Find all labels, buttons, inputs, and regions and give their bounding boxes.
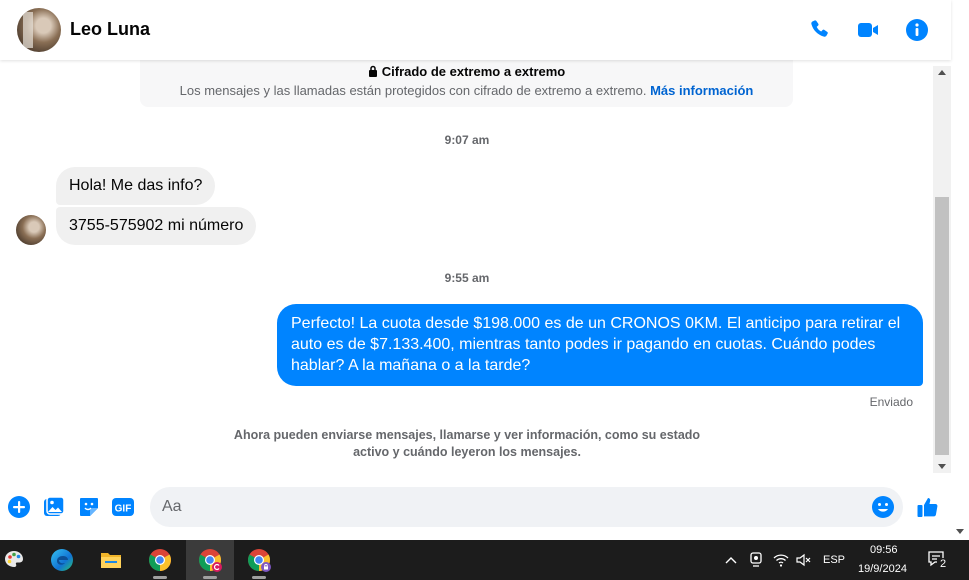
photo-icon[interactable] (42, 495, 66, 519)
message-status: Enviado (869, 395, 913, 409)
contact-avatar-small[interactable] (16, 215, 46, 245)
contact-name[interactable]: Leo Luna (70, 19, 150, 40)
page-scroll-down-arrow[interactable] (951, 524, 969, 538)
clock-date[interactable]: 19/9/2024 (858, 563, 907, 575)
incoming-message[interactable]: 3755-575902 mi número (56, 207, 257, 245)
message-input[interactable] (162, 487, 852, 527)
encryption-title: Cifrado de extremo a extremo (381, 64, 566, 79)
outgoing-message[interactable]: Perfecto! La cuota desde $198.000 es de … (277, 304, 923, 386)
input-language[interactable]: ESP (823, 554, 845, 566)
like-icon[interactable] (916, 495, 940, 519)
camera-in-use-icon[interactable] (749, 552, 763, 573)
emoji-icon[interactable] (871, 495, 895, 519)
chat-header: Leo Luna (0, 0, 951, 60)
notification-center-icon[interactable]: 2 (927, 550, 949, 572)
chrome-profile-icon[interactable] (186, 540, 234, 580)
incoming-message[interactable]: Hola! Me das info? (56, 167, 216, 205)
video-call-icon[interactable] (856, 18, 880, 42)
chrome-profile-icon[interactable] (235, 540, 283, 580)
chat-scrollbar-thumb[interactable] (935, 197, 949, 455)
gif-icon[interactable]: GIF (111, 495, 135, 519)
sticker-icon[interactable] (77, 495, 101, 519)
chrome-icon[interactable] (136, 540, 184, 580)
privacy-notice: Ahora pueden enviarse mensajes, llamarse… (233, 428, 701, 459)
phone-icon[interactable] (808, 18, 832, 42)
encryption-text-row: Los mensajes y las llamadas están proteg… (140, 83, 793, 98)
notification-count-badge: 2 (937, 558, 949, 571)
running-indicator (153, 576, 167, 579)
wifi-icon[interactable] (773, 552, 789, 573)
show-hidden-icons-chevron-icon[interactable] (724, 553, 738, 572)
encryption-title-row: Cifrado de extremo a extremo (140, 64, 793, 79)
scroll-up-arrow[interactable] (933, 66, 951, 80)
running-indicator (252, 576, 266, 579)
contact-avatar[interactable] (17, 8, 61, 52)
edge-icon[interactable] (38, 540, 86, 580)
encryption-banner: Cifrado de extremo a extremo Los mensaje… (140, 58, 793, 107)
clock-time[interactable]: 09:56 (870, 544, 898, 556)
volume-muted-icon[interactable] (795, 552, 811, 573)
scroll-down-arrow[interactable] (933, 459, 951, 473)
plus-icon[interactable] (7, 495, 31, 519)
timestamp: 9:55 am (444, 271, 490, 285)
encryption-text: Los mensajes y las llamadas están proteg… (179, 83, 647, 98)
timestamp: 9:07 am (444, 133, 490, 147)
svg-text:GIF: GIF (115, 504, 132, 515)
file-explorer-icon[interactable] (87, 540, 135, 580)
info-icon[interactable] (905, 18, 929, 42)
windows-taskbar: ESP 09:56 19/9/2024 2 (0, 540, 969, 580)
lock-icon (368, 65, 377, 77)
running-indicator (203, 576, 217, 579)
paint-icon[interactable] (0, 540, 38, 580)
message-composer[interactable] (150, 487, 903, 527)
more-info-link[interactable]: Más información (650, 83, 753, 98)
